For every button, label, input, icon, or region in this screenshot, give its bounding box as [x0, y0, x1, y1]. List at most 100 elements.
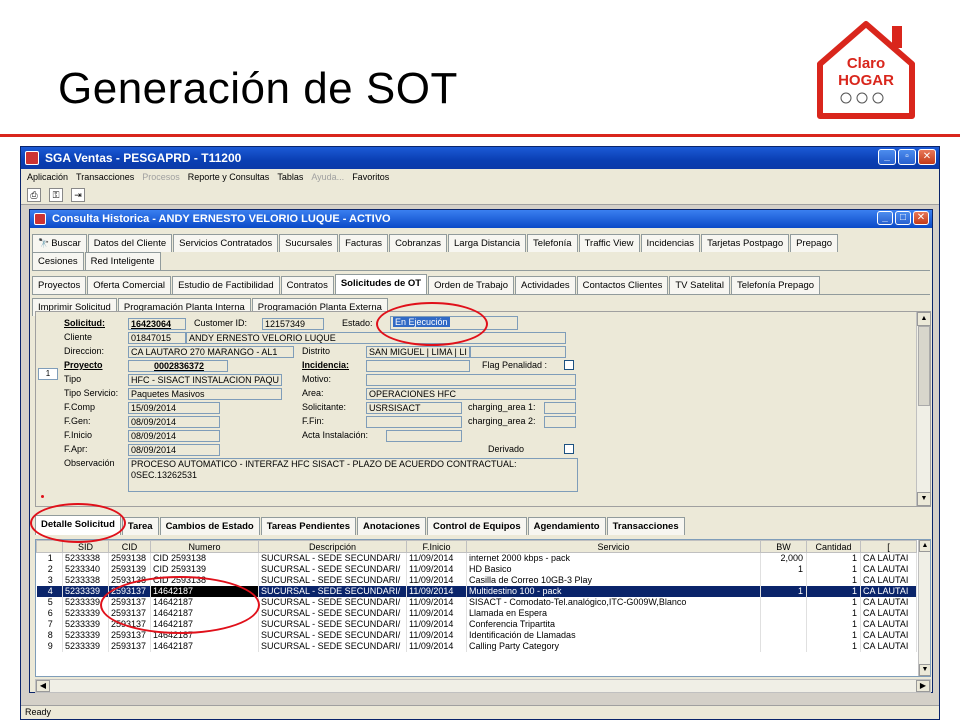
cell-servicio[interactable]: Calling Party Category	[466, 640, 761, 652]
menu-reportes[interactable]: Reporte y Consultas	[188, 172, 270, 182]
estado-field[interactable]: En Ejecución	[390, 316, 518, 330]
tab-contactos-clientes[interactable]: Contactos Clientes	[576, 276, 669, 294]
row-index[interactable]: 2	[36, 563, 63, 575]
cell-cantidad[interactable]: 1	[806, 552, 861, 564]
tab-solicitudes-ot[interactable]: Solicitudes de OT	[334, 274, 428, 294]
cell-cid[interactable]: 2593137	[108, 585, 151, 597]
tab-orden-trabajo[interactable]: Orden de Trabajo	[428, 276, 515, 294]
table-row[interactable]: 4 5233339 2593137 14642187 SUCURSAL - SEDE S…	[36, 585, 917, 597]
cell-numero[interactable]: 14642187	[150, 629, 259, 641]
menu-favoritos[interactable]: Favoritos	[352, 172, 389, 182]
col-header-sid[interactable]: SID	[62, 540, 109, 553]
restore-button[interactable]: ▫	[898, 149, 916, 165]
inner-close-button[interactable]: ✕	[913, 211, 929, 225]
cell-descripcion[interactable]: SUCURSAL - SEDE SECUNDARI/	[258, 574, 407, 586]
cell-servicio[interactable]: Llamada en Espera	[466, 607, 761, 619]
distrito-extra-field[interactable]	[470, 346, 566, 358]
cell-bw[interactable]: 1	[760, 585, 807, 597]
tab-cobranzas[interactable]: Cobranzas	[389, 234, 448, 252]
scroll-left-icon[interactable]: ◀	[36, 680, 50, 692]
cell-direccion[interactable]: CA LAUTAI	[860, 629, 917, 641]
row-index[interactable]: 8	[36, 629, 63, 641]
menu-procesos[interactable]: Procesos	[142, 172, 180, 182]
cell-direccion[interactable]: CA LAUTAI	[860, 640, 917, 652]
cell-numero[interactable]: CID 2593138	[150, 552, 259, 564]
grid-vertical-scrollbar[interactable]: ▲ ▼	[918, 540, 930, 676]
cell-finicio[interactable]: 11/09/2014	[406, 563, 467, 575]
table-row[interactable]: 7 5233339 2593137 14642187 SUCURSAL - SEDE S…	[36, 618, 917, 630]
cell-finicio[interactable]: 11/09/2014	[406, 596, 467, 608]
inner-maximize-button[interactable]: □	[895, 211, 911, 225]
form-vertical-scrollbar[interactable]: ▲ ▼	[916, 312, 931, 506]
tab-telefonia[interactable]: Telefonía	[527, 234, 578, 252]
cell-cantidad[interactable]: 1	[806, 607, 861, 619]
table-row[interactable]: 8 5233339 2593137 14642187 SUCURSAL - SEDE S…	[36, 629, 917, 641]
charging-area2-field[interactable]	[544, 416, 576, 428]
grid-horizontal-scrollbar[interactable]: ◀ ▶	[35, 679, 931, 693]
col-header-numero[interactable]: Numero	[150, 540, 259, 553]
cell-bw[interactable]: 1	[760, 563, 807, 575]
cell-servicio[interactable]: Casilla de Correo 10GB-3 Play	[466, 574, 761, 586]
cell-sid[interactable]: 5233339	[62, 596, 109, 608]
cell-direccion[interactable]: CA LAUTAI	[860, 585, 917, 597]
cell-sid[interactable]: 5233339	[62, 629, 109, 641]
cell-finicio[interactable]: 11/09/2014	[406, 552, 467, 564]
tab-red-inteligente[interactable]: Red Inteligente	[84, 252, 161, 270]
tipo-servicio-field[interactable]: Paquetes Masivos	[128, 388, 282, 400]
tab-tarjetas-postpago[interactable]: Tarjetas Postpago	[701, 234, 790, 252]
tab-actividades[interactable]: Actividades	[515, 276, 576, 294]
cell-cid[interactable]: 2593138	[108, 552, 151, 564]
ffin-field[interactable]	[366, 416, 462, 428]
tab-datos-cliente[interactable]: Datos del Cliente	[87, 234, 173, 252]
cell-descripcion[interactable]: SUCURSAL - SEDE SECUNDARI/	[258, 629, 407, 641]
tab-buscar[interactable]: 🔭 Buscar	[32, 234, 87, 252]
table-row[interactable]: 1 5233338 2593138 CID 2593138 SUCURSAL - SED…	[36, 552, 917, 564]
cell-numero[interactable]: CID 2593138	[150, 574, 259, 586]
scroll-down-icon[interactable]: ▼	[917, 492, 931, 506]
tab-anotaciones[interactable]: Anotaciones	[357, 517, 427, 535]
cell-cantidad[interactable]: 1	[806, 585, 861, 597]
cell-direccion[interactable]: CA LAUTAI	[860, 607, 917, 619]
cell-direccion[interactable]: CA LAUTAI	[860, 563, 917, 575]
menu-aplicacion[interactable]: Aplicación	[27, 172, 68, 182]
cell-servicio[interactable]: HD Basico	[466, 563, 761, 575]
cell-finicio[interactable]: 11/09/2014	[406, 629, 467, 641]
incidencia-field[interactable]	[366, 360, 470, 372]
cell-direccion[interactable]: CA LAUTAI	[860, 596, 917, 608]
cell-numero[interactable]: 14642187	[150, 585, 259, 597]
print-icon[interactable]: ⎙	[27, 187, 41, 202]
cell-numero[interactable]: 14642187	[150, 640, 259, 652]
scroll-up-icon[interactable]: ▲	[917, 312, 931, 326]
cell-bw[interactable]	[760, 574, 807, 586]
cell-cid[interactable]: 2593137	[108, 618, 151, 630]
cell-finicio[interactable]: 11/09/2014	[406, 618, 467, 630]
cell-numero[interactable]: 14642187	[150, 596, 259, 608]
cell-descripcion[interactable]: SUCURSAL - SEDE SECUNDARI/	[258, 596, 407, 608]
inner-minimize-button[interactable]: _	[877, 211, 893, 225]
observacion-field[interactable]: PROCESO AUTOMATICO - INTERFAZ HFC SISACT…	[128, 458, 578, 492]
cell-descripcion[interactable]: SUCURSAL - SEDE SECUNDARI/	[258, 552, 407, 564]
tab-traffic-view[interactable]: Traffic View	[578, 234, 640, 252]
cell-finicio[interactable]: 11/09/2014	[406, 640, 467, 652]
row-index[interactable]: 1	[36, 552, 63, 564]
motivo-field[interactable]	[366, 374, 576, 386]
direccion-field[interactable]: CA LAUTARO 270 MARANGO - AL1	[128, 346, 294, 358]
col-header-cid[interactable]: CID	[108, 540, 151, 553]
cliente-code-field[interactable]: 01847015	[128, 332, 186, 344]
exit-icon[interactable]: ⇥	[71, 187, 85, 202]
cell-cantidad[interactable]: 1	[806, 596, 861, 608]
col-header-extra[interactable]: [	[860, 540, 917, 553]
tab-telefonia-prepago[interactable]: Telefonía Prepago	[730, 276, 821, 294]
cell-servicio[interactable]: Identificación de Llamadas	[466, 629, 761, 641]
row-index[interactable]: 3	[36, 574, 63, 586]
cell-direccion[interactable]: CA LAUTAI	[860, 618, 917, 630]
cell-numero[interactable]: 14642187	[150, 618, 259, 630]
tab-estudio-factibilidad[interactable]: Estudio de Factibilidad	[172, 276, 280, 294]
row-index[interactable]: 7	[36, 618, 63, 630]
table-row[interactable]: 6 5233339 2593137 14642187 SUCURSAL - SEDE S…	[36, 607, 917, 619]
row-index[interactable]: 4	[36, 585, 63, 597]
cell-cid[interactable]: 2593137	[108, 607, 151, 619]
fcomp-field[interactable]: 15/09/2014	[128, 402, 220, 414]
cell-servicio[interactable]: Multidestino 100 - pack	[466, 585, 761, 597]
cell-cantidad[interactable]: 1	[806, 629, 861, 641]
